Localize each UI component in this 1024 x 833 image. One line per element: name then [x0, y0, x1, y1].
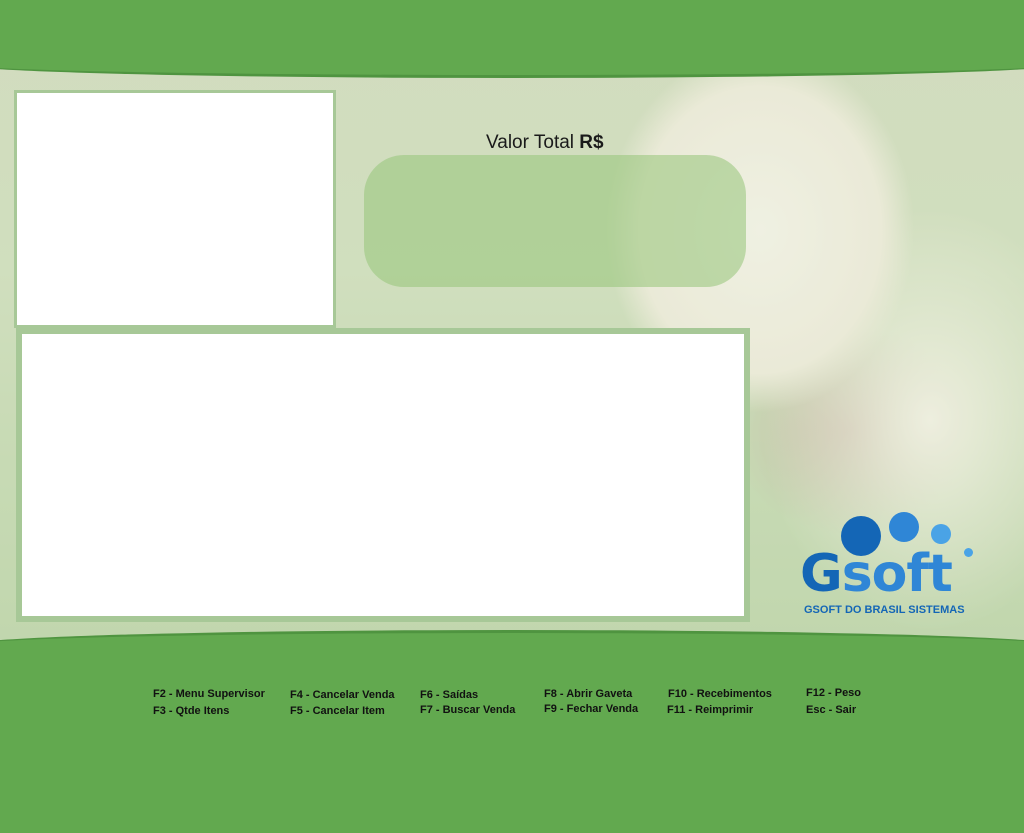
shortcut-f6[interactable]: F6 - Saídas	[420, 689, 478, 701]
logo-letter-g: G	[800, 544, 843, 604]
shortcut-esc[interactable]: Esc - Sair	[806, 704, 856, 716]
shortcut-f11[interactable]: F11 - Reimprimir	[667, 704, 753, 716]
shortcut-f4[interactable]: F4 - Cancelar Venda	[290, 689, 395, 701]
product-image-panel	[14, 90, 336, 328]
total-value-display	[364, 155, 746, 287]
top-header-bar	[0, 0, 1024, 78]
total-label-text: Valor Total	[486, 132, 575, 153]
items-list-panel[interactable]	[16, 328, 750, 622]
logo-wordmark: Gsoft	[800, 544, 953, 604]
bottom-shortcuts-bar	[0, 630, 1024, 833]
logo-dot-3	[931, 524, 951, 544]
shortcut-f3[interactable]: F3 - Qtde Itens	[153, 705, 229, 717]
logo-dot-4	[964, 548, 973, 557]
shortcut-f5[interactable]: F5 - Cancelar Item	[290, 705, 385, 717]
shortcut-f12[interactable]: F12 - Peso	[806, 687, 861, 699]
shortcut-f10[interactable]: F10 - Recebimentos	[668, 688, 772, 700]
total-label: Valor Total R$	[486, 132, 604, 154]
logo-word-soft: soft	[841, 544, 953, 604]
shortcut-f9[interactable]: F9 - Fechar Venda	[544, 703, 638, 715]
logo-dot-2	[889, 512, 919, 542]
shortcut-f8[interactable]: F8 - Abrir Gaveta	[544, 688, 632, 700]
shortcut-f7[interactable]: F7 - Buscar Venda	[420, 704, 515, 716]
gsoft-logo: Gsoft GSOFT DO BRASIL SISTEMAS	[800, 510, 980, 622]
total-currency: R$	[579, 132, 604, 153]
shortcut-f2[interactable]: F2 - Menu Supervisor	[153, 688, 265, 700]
logo-tagline: GSOFT DO BRASIL SISTEMAS	[804, 604, 965, 616]
